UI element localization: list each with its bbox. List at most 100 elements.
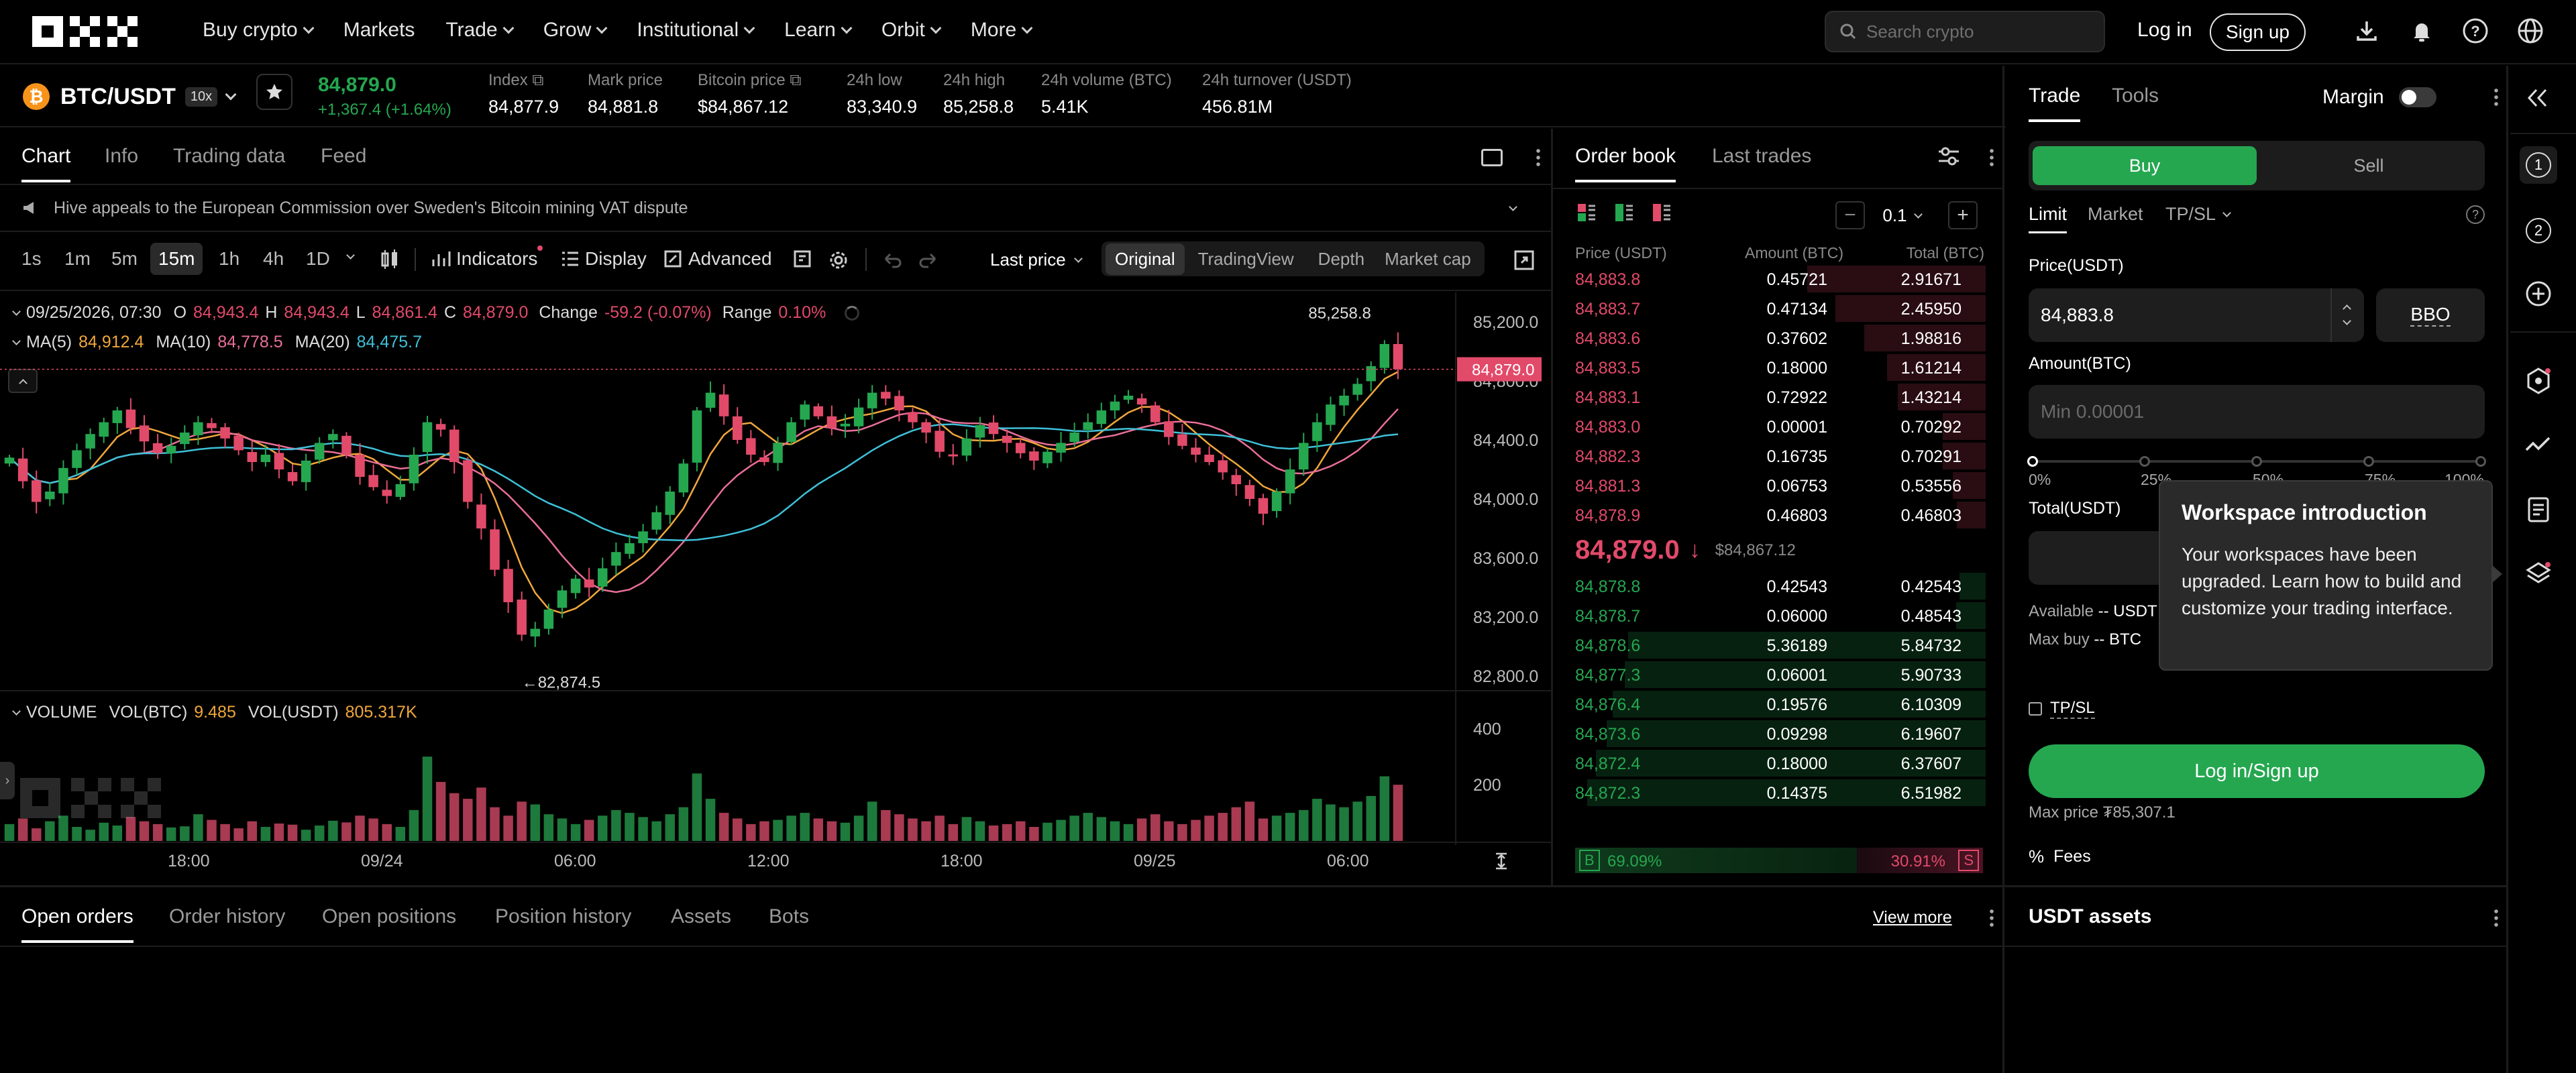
nav-learn[interactable]: Learn xyxy=(784,19,853,42)
download-icon[interactable] xyxy=(2352,16,2381,46)
scale-reset-icon[interactable] xyxy=(1492,852,1511,874)
add-workspace-icon[interactable] xyxy=(2520,275,2557,313)
margin-toggle[interactable]: Margin xyxy=(2322,86,2436,109)
expand-sidebar-handle[interactable]: › xyxy=(0,762,15,799)
nav-grow[interactable]: Grow xyxy=(543,19,608,42)
interval-1d[interactable]: 1D xyxy=(306,248,330,270)
view-tradingview[interactable]: TradingView xyxy=(1185,243,1307,275)
bell-icon[interactable] xyxy=(2407,16,2436,46)
fullscreen-icon[interactable] xyxy=(1513,249,1535,274)
ask-row[interactable]: 84,881.3 0.06753 0.53556 xyxy=(1558,471,1986,500)
ask-row[interactable]: 84,883.0 0.00001 0.70292 xyxy=(1558,412,1986,441)
news-banner[interactable]: Hive appeals to the European Commission … xyxy=(21,196,1531,220)
margin-switch[interactable] xyxy=(2398,87,2436,107)
tpsl-checkbox-row[interactable]: TP/SL xyxy=(2029,699,2095,719)
workspace-1-button[interactable]: 1 xyxy=(2520,146,2557,184)
tab-trade[interactable]: Trade xyxy=(2029,84,2081,122)
slider-mark[interactable] xyxy=(2027,456,2038,467)
book-bids-icon[interactable] xyxy=(1614,203,1634,223)
view-more-link[interactable]: View more xyxy=(1873,908,1952,927)
tab-order-history[interactable]: Order history xyxy=(169,905,285,928)
tab-info[interactable]: Info xyxy=(105,145,138,168)
more-options-icon[interactable] xyxy=(1536,148,1540,166)
bid-row[interactable]: 84,876.4 0.19576 6.10309 xyxy=(1558,689,1986,719)
precision-increase-button[interactable]: + xyxy=(1948,201,1978,229)
order-type-limit[interactable]: Limit xyxy=(2029,204,2068,233)
precision-select[interactable]: 0.1 xyxy=(1869,201,1935,229)
slider-mark[interactable] xyxy=(2363,456,2374,467)
more-options-icon[interactable] xyxy=(2494,87,2498,106)
nav-markets[interactable]: Markets xyxy=(343,19,415,42)
tab-last-trades[interactable]: Last trades xyxy=(1712,145,1811,168)
collapse-panel-icon[interactable] xyxy=(2520,79,2557,117)
slider-mark[interactable] xyxy=(2475,456,2486,467)
view-original[interactable]: Original xyxy=(1106,243,1185,275)
book-asks-icon[interactable] xyxy=(1652,203,1672,223)
login-link[interactable]: Log in xyxy=(2137,19,2192,42)
template-icon[interactable] xyxy=(793,249,813,273)
nav-trade[interactable]: Trade xyxy=(445,19,515,42)
chevron-down-icon[interactable] xyxy=(2343,317,2351,325)
view-market-cap[interactable]: Market cap xyxy=(1375,243,1481,275)
external-link-icon[interactable]: ⧉ xyxy=(532,71,543,89)
book-both-icon[interactable] xyxy=(1576,203,1597,223)
interval-1h[interactable]: 1h xyxy=(219,248,239,270)
tpsl-checkbox[interactable] xyxy=(2029,702,2042,716)
tab-position-history[interactable]: Position history xyxy=(495,905,631,928)
chevron-up-icon[interactable] xyxy=(2343,304,2351,313)
nav-institutional[interactable]: Institutional xyxy=(637,19,755,42)
interval-1s[interactable]: 1s xyxy=(21,248,42,270)
help-icon[interactable]: ? xyxy=(2466,205,2485,224)
ask-row[interactable]: 84,883.5 0.18000 1.61214 xyxy=(1558,353,1986,382)
nav-buy-crypto[interactable]: Buy crypto xyxy=(203,19,315,42)
tab-feed[interactable]: Feed xyxy=(321,145,366,168)
tab-bots[interactable]: Bots xyxy=(769,905,809,928)
tab-open-positions[interactable]: Open positions xyxy=(322,905,456,928)
interval-15m[interactable]: 15m xyxy=(150,243,203,275)
bid-row[interactable]: 84,878.8 0.42543 0.42543 xyxy=(1558,571,1986,601)
slider-mark[interactable] xyxy=(2139,456,2150,467)
price-input-box[interactable]: 84,883.8 xyxy=(2029,288,2364,342)
tab-assets[interactable]: Assets xyxy=(671,905,731,928)
favorite-star-icon[interactable] xyxy=(256,74,292,110)
slider-mark[interactable] xyxy=(2251,456,2262,467)
bid-row[interactable]: 84,872.3 0.14375 6.51982 xyxy=(1558,778,1986,807)
okx-logo[interactable] xyxy=(32,15,140,48)
bid-row[interactable]: 84,872.4 0.18000 6.37607 xyxy=(1558,748,1986,778)
more-options-icon[interactable] xyxy=(2494,908,2498,927)
help-icon[interactable]: ? xyxy=(2461,16,2490,46)
amount-placeholder[interactable]: Min 0.00001 xyxy=(2041,401,2144,422)
bid-row[interactable]: 84,873.6 0.09298 6.19607 xyxy=(1558,719,1986,748)
display-button[interactable]: Display xyxy=(561,248,647,270)
pair-selector[interactable]: ₿ BTC/USDT 10x xyxy=(21,82,237,111)
chevron-down-icon[interactable] xyxy=(1509,202,1517,211)
bid-row[interactable]: 84,878.6 5.36189 5.84732 xyxy=(1558,630,1986,660)
price-stepper[interactable] xyxy=(2330,288,2364,342)
settings-icon[interactable] xyxy=(828,249,849,274)
bid-row[interactable]: 84,878.7 0.06000 0.48543 xyxy=(1558,601,1986,630)
order-type-market[interactable]: Market xyxy=(2088,204,2143,225)
ask-row[interactable]: 84,878.9 0.46803 0.46803 xyxy=(1558,500,1986,530)
more-options-icon[interactable] xyxy=(1990,908,1994,927)
view-depth[interactable]: Depth xyxy=(1307,243,1375,275)
candle-type-icon[interactable] xyxy=(380,249,401,273)
chevron-down-icon[interactable] xyxy=(12,707,21,716)
sell-button[interactable]: Sell xyxy=(2257,146,2481,185)
search-input[interactable] xyxy=(1866,21,2081,42)
more-options-icon[interactable] xyxy=(1990,148,1994,166)
filter-icon[interactable] xyxy=(1937,146,1960,170)
interval-5m[interactable]: 5m xyxy=(111,248,138,270)
price-type-dropdown[interactable]: Last price xyxy=(990,249,1083,270)
document-icon[interactable] xyxy=(2520,491,2557,528)
ask-row[interactable]: 84,882.3 0.16735 0.70291 xyxy=(1558,441,1986,471)
redo-icon[interactable] xyxy=(918,252,938,272)
bbo-button[interactable]: BBO xyxy=(2376,288,2485,342)
search-box[interactable] xyxy=(1825,11,2105,52)
ask-row[interactable]: 84,883.7 0.47134 2.45950 xyxy=(1558,294,1986,323)
price-chart[interactable]: 85,200.084,800.084,400.084,000.083,600.0… xyxy=(0,292,1551,845)
ask-row[interactable]: 84,883.1 0.72922 1.43214 xyxy=(1558,382,1986,412)
interval-4h[interactable]: 4h xyxy=(263,248,284,270)
order-type-tpsl[interactable]: TP/SL xyxy=(2165,204,2231,225)
globe-icon[interactable] xyxy=(2516,16,2545,46)
advanced-button[interactable]: Advanced xyxy=(664,248,772,270)
